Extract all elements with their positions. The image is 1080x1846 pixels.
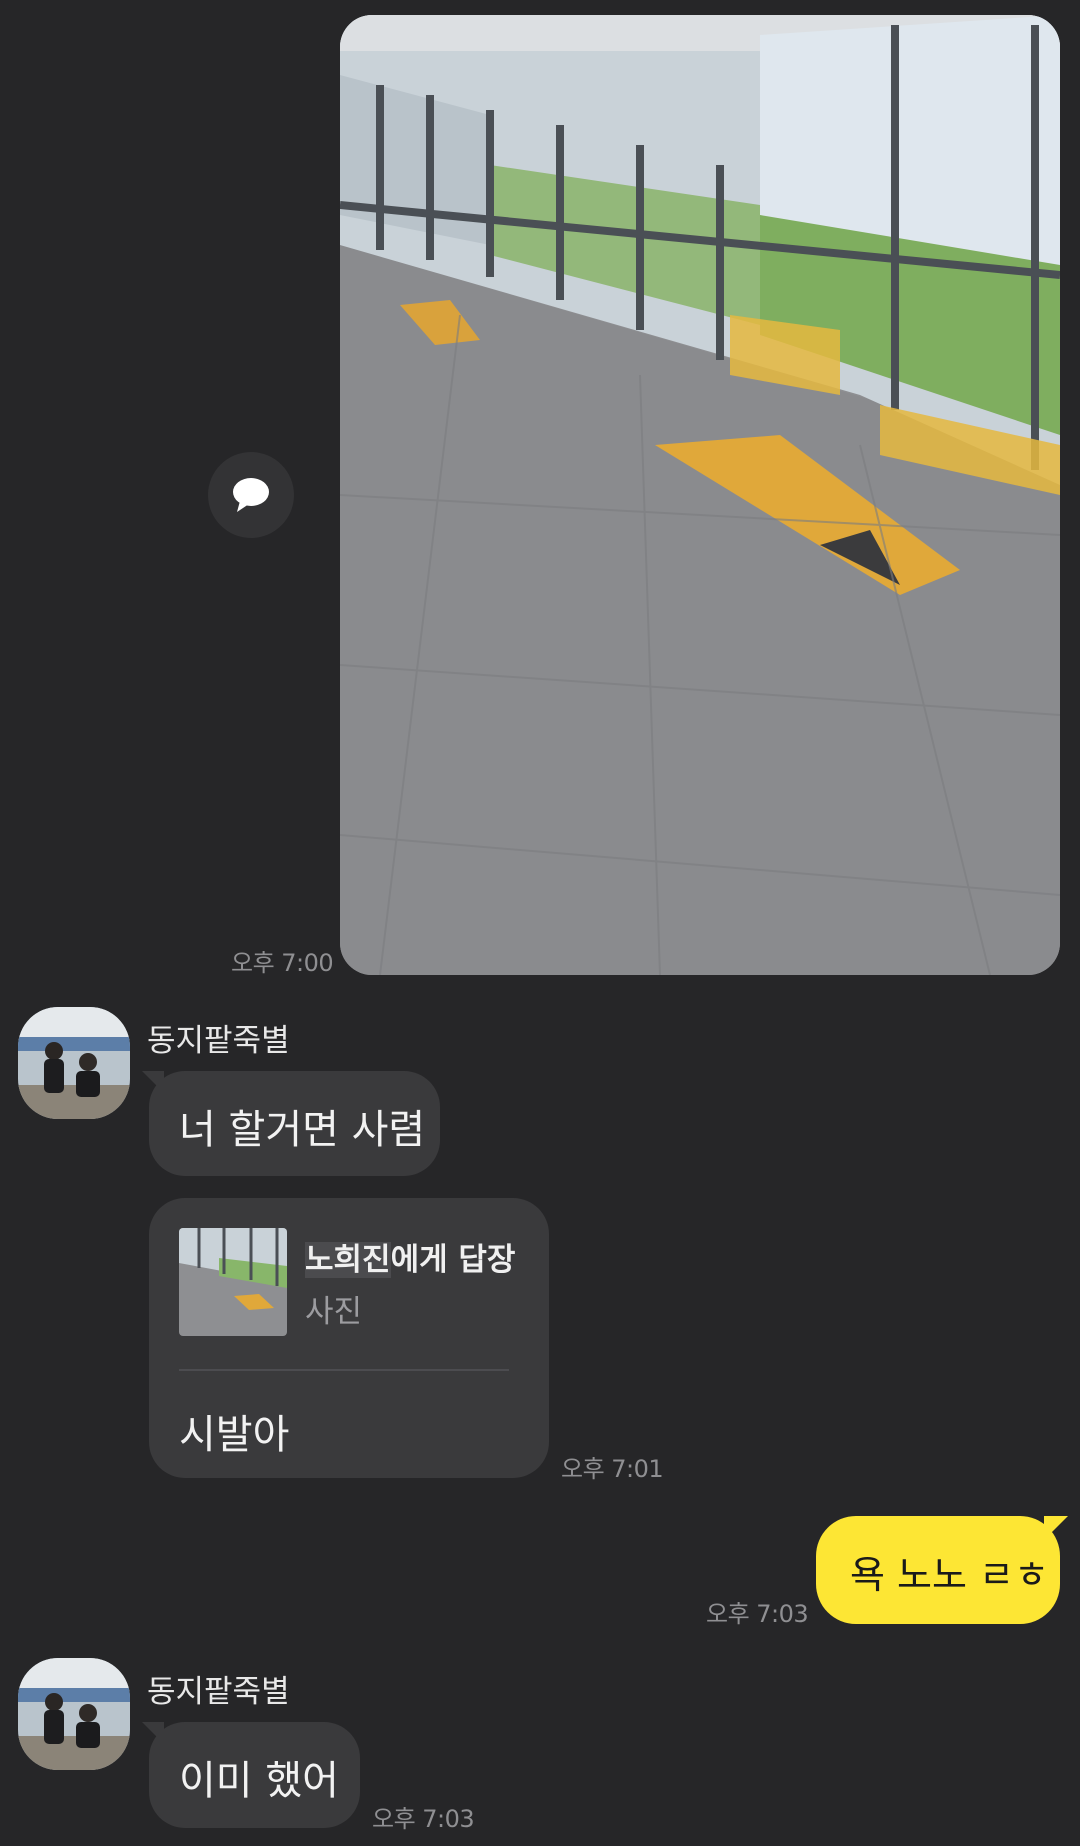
- avatar[interactable]: [18, 1658, 130, 1770]
- profile-photo: [18, 1007, 130, 1119]
- my-message-text: 욕 노노 ㄹㅎ: [850, 1553, 1049, 1597]
- message-bubble[interactable]: 너 할거면 사렴: [142, 1071, 440, 1176]
- reply-target-name: 노희진: [305, 1242, 391, 1278]
- reply-message-bubble[interactable]: 노희진에게 답장 사진 시발아: [149, 1198, 549, 1478]
- reply-target-label: 노희진에게 답장: [305, 1234, 515, 1279]
- message-bubble[interactable]: 이미 했어: [142, 1722, 360, 1828]
- share-button[interactable]: [208, 452, 294, 538]
- my-message-timestamp: 오후 7:03: [706, 1600, 809, 1628]
- sent-photo[interactable]: [340, 15, 1060, 975]
- reply-text: 시발아: [179, 1412, 290, 1458]
- reply-target-suffix: 에게 답장: [390, 1242, 516, 1278]
- subway-platform-image: [340, 15, 1060, 975]
- profile-photo: [18, 1658, 130, 1770]
- message-text: 이미 했어: [179, 1758, 339, 1804]
- sender-name: 동지팥죽별: [147, 1674, 290, 1710]
- speech-bubble-icon: [233, 478, 269, 512]
- photo-timestamp: 오후 7:00: [231, 949, 334, 977]
- message-text: 너 할거면 사렴: [179, 1107, 426, 1153]
- reply-timestamp: 오후 7:01: [561, 1455, 664, 1483]
- reply-target-type: 사진: [305, 1294, 363, 1330]
- avatar[interactable]: [18, 1007, 130, 1119]
- message-timestamp: 오후 7:03: [372, 1805, 475, 1833]
- my-message-bubble[interactable]: 욕 노노 ㄹㅎ: [816, 1516, 1068, 1624]
- sender-name: 동지팥죽별: [147, 1023, 290, 1059]
- reply-photo-thumbnail: [179, 1228, 287, 1336]
- reply-thumbnail[interactable]: [179, 1228, 287, 1336]
- reply-divider: [179, 1369, 509, 1371]
